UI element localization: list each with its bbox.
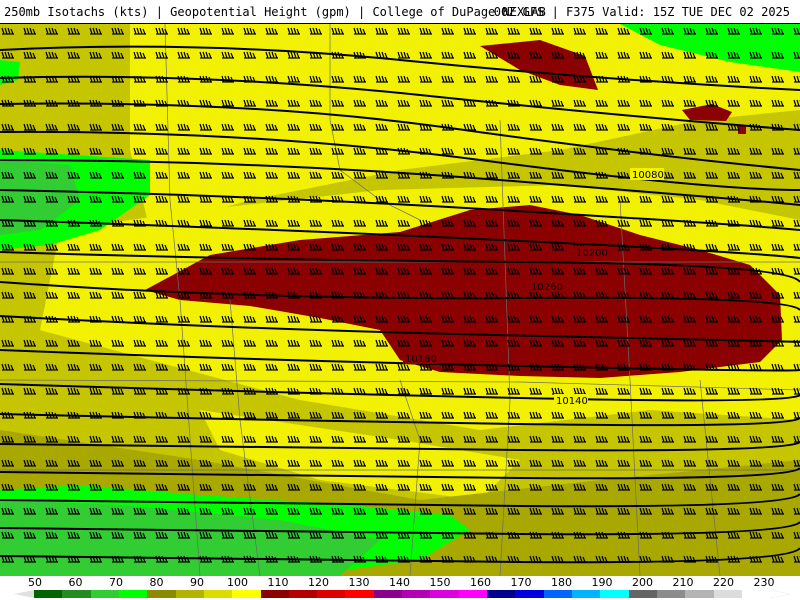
colorbar-swatch [62,590,91,598]
height-label-10080: 10080 [632,170,664,181]
wind-barb-icon [0,24,800,576]
colorbar-swatch [487,590,516,598]
colorbar-swatch [345,590,374,598]
colorbar-tick-label: 110 [267,576,289,589]
colorbar-tick-label: 70 [109,576,123,589]
height-label-10200: 10200 [576,248,608,259]
colorbar-high-arrow [770,590,790,598]
colorbar-tick-label: 140 [389,576,410,589]
colorbar-swatch [203,590,233,598]
map-header: 250mb Isotachs (kts) | Geopotential Heig… [0,0,800,24]
product-title: 250mb Isotachs (kts) | Geopotential Heig… [4,5,546,19]
colorbar-tick-label: 230 [753,576,775,589]
colorbar-tick-label: 60 [68,576,83,589]
colorbar-swatch [288,590,318,598]
colorbar-swatch [543,590,572,598]
colorbar-swatch [571,590,601,598]
colorbar-tick-label: 200 [632,576,653,589]
colorbar-tick-label: 50 [28,576,42,589]
colorbar-swatch [458,590,487,598]
isotach-field: 10080 10200 10260 10180 10140 [0,24,800,576]
model-run-valid-time: 00Z GFS | F375 Valid: 15Z TUE DEC 02 202… [493,5,790,19]
colorbar-swatch [656,590,686,598]
colorbar-tick-label: 80 [149,576,164,589]
colorbar-swatch [90,590,119,598]
colorbar-tick-label: 90 [190,576,204,589]
height-label-10260: 10260 [531,282,563,293]
colorbar-tick-label: 220 [713,576,734,589]
colorbar-tick-label: 170 [510,576,532,589]
colorbar-swatch [430,590,459,598]
colorbar-tick-label: 150 [429,576,451,589]
colorbar-swatch [34,590,63,598]
colorbar-swatch [232,590,261,598]
colorbar-swatch [118,590,148,598]
colorbar-tick-label: 180 [551,576,572,589]
colorbar-tick-label: 100 [227,576,248,589]
colorbar-swatch [147,590,176,598]
colorbar-tick-label: 190 [591,576,613,589]
colorbar-swatch [713,590,742,598]
height-label-10180: 10180 [405,354,437,365]
height-label-10140: 10140 [556,396,588,407]
colorbar-swatch [741,590,771,598]
colorbar-swatch [515,590,544,598]
colorbar-swatch [402,590,431,598]
colorbar-low-arrow [14,590,34,598]
weather-map[interactable]: 10080 10200 10260 10180 10140 [0,24,800,576]
colorbar-tick-label: 120 [308,576,329,589]
colorbar-tick-label: 210 [672,576,694,589]
colorbar-tick-label: 160 [470,576,491,589]
isotach-colorbar: 50 60 70 80 90 100 110 120 130 140 150 160 170 180 190… [0,576,800,600]
colorbar-swatch [628,590,657,598]
colorbar-tick-label: 130 [348,576,370,589]
colorbar-swatch [175,590,204,598]
colorbar-swatch [373,590,403,598]
colorbar-swatch [260,590,289,598]
colorbar-swatches [34,590,771,598]
colorbar-swatch [685,590,714,598]
colorbar-swatch [317,590,346,598]
colorbar-swatch [600,590,629,598]
